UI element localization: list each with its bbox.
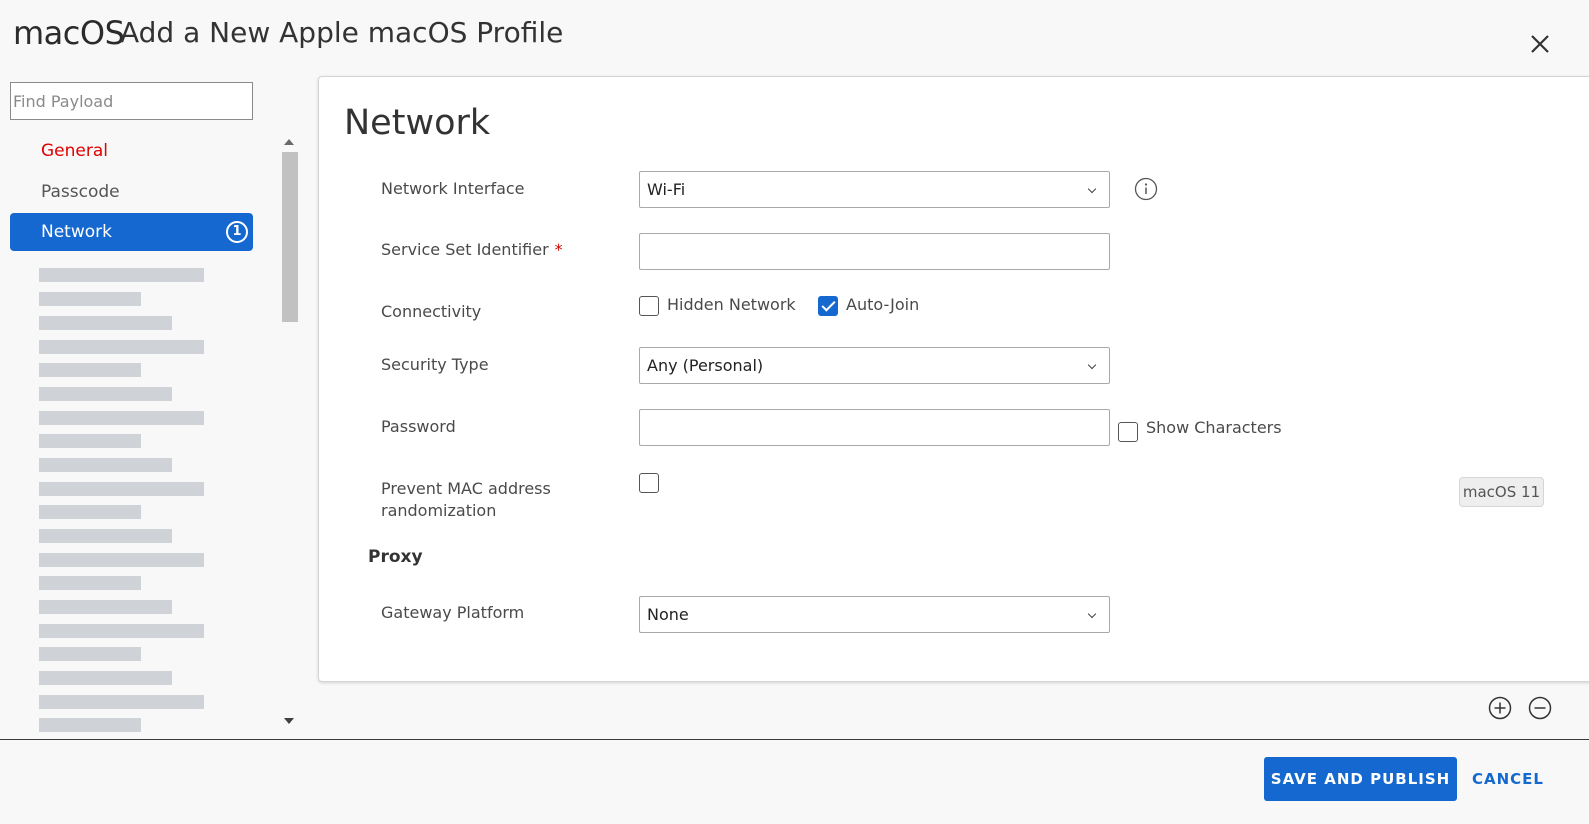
- select-value: None: [647, 605, 689, 624]
- loading-placeholder: [39, 387, 172, 401]
- prevent-mac-label-line1: Prevent MAC address: [381, 479, 551, 498]
- find-payload-input[interactable]: [10, 82, 253, 120]
- ssid-label: Service Set Identifier *: [381, 239, 563, 261]
- loading-placeholder: [39, 411, 204, 425]
- scroll-down-arrow-icon[interactable]: [284, 718, 294, 724]
- loading-placeholder: [39, 482, 204, 496]
- payload-item-general[interactable]: General: [10, 132, 253, 170]
- save-and-publish-button[interactable]: SAVE AND PUBLISH: [1264, 757, 1457, 801]
- gateway-platform-select[interactable]: None: [639, 596, 1110, 633]
- loading-placeholder: [39, 647, 141, 661]
- loading-placeholder: [39, 434, 141, 448]
- loading-placeholder: [39, 529, 172, 543]
- payload-item-passcode[interactable]: Passcode: [10, 173, 253, 211]
- loading-placeholder: [39, 695, 204, 709]
- auto-join-label: Auto-Join: [846, 295, 920, 314]
- loading-placeholder: [39, 718, 141, 732]
- password-label: Password: [381, 417, 456, 436]
- close-icon[interactable]: [1524, 28, 1556, 60]
- loading-placeholder: [39, 292, 141, 306]
- chevron-down-icon: [1087, 609, 1097, 619]
- password-input[interactable]: [639, 409, 1110, 446]
- loading-placeholder: [39, 458, 172, 472]
- add-payload-icon[interactable]: [1488, 696, 1512, 720]
- header: macOS Add a New Apple macOS Profile: [0, 0, 1589, 70]
- gateway-platform-label: Gateway Platform: [381, 603, 525, 622]
- loading-placeholder: [39, 268, 204, 282]
- loading-placeholder: [39, 505, 141, 519]
- payload-item-network[interactable]: Network 1: [10, 213, 253, 251]
- cancel-button[interactable]: CANCEL: [1464, 757, 1552, 801]
- loading-placeholder: [39, 553, 204, 567]
- proxy-heading: Proxy: [368, 547, 423, 567]
- show-characters-checkbox[interactable]: [1118, 422, 1138, 442]
- hidden-network-label: Hidden Network: [667, 295, 796, 314]
- payload-item-label: Network: [41, 222, 112, 242]
- ssid-input[interactable]: [639, 233, 1110, 270]
- chevron-down-icon: [1087, 360, 1097, 370]
- auto-join-checkbox[interactable]: [818, 296, 838, 316]
- chevron-down-icon: [1087, 184, 1097, 194]
- network-interface-select[interactable]: Wi-Fi: [639, 171, 1110, 208]
- scroll-thumb[interactable]: [282, 152, 298, 322]
- brand-label: macOS: [13, 14, 125, 52]
- panel-title: Network: [344, 103, 491, 143]
- os-version-badge: macOS 11: [1459, 477, 1544, 507]
- connectivity-label: Connectivity: [381, 302, 482, 321]
- loading-placeholder: [39, 624, 204, 638]
- scroll-up-arrow-icon[interactable]: [284, 139, 294, 145]
- show-characters-label: Show Characters: [1146, 418, 1282, 437]
- select-value: Any (Personal): [647, 356, 764, 375]
- loading-placeholder: [39, 576, 141, 590]
- required-marker: *: [554, 240, 563, 259]
- payload-list: General Passcode Network 1: [10, 130, 280, 735]
- security-type-select[interactable]: Any (Personal): [639, 347, 1110, 384]
- network-interface-label: Network Interface: [381, 179, 525, 198]
- info-icon[interactable]: [1134, 177, 1158, 201]
- prevent-mac-checkbox[interactable]: [639, 473, 659, 493]
- loading-placeholder: [39, 363, 141, 377]
- ssid-label-text: Service Set Identifier: [381, 240, 549, 259]
- security-type-label: Security Type: [381, 355, 489, 374]
- page-title: Add a New Apple macOS Profile: [120, 16, 564, 49]
- loading-placeholder: [39, 316, 172, 330]
- remove-payload-icon[interactable]: [1528, 696, 1552, 720]
- prevent-mac-label-line2: randomization: [381, 501, 497, 520]
- loading-placeholder: [39, 600, 172, 614]
- hidden-network-checkbox[interactable]: [639, 296, 659, 316]
- select-value: Wi-Fi: [647, 180, 686, 199]
- sidebar-scrollbar[interactable]: [280, 134, 298, 732]
- loading-placeholder: [39, 671, 172, 685]
- payload-count-badge: 1: [226, 221, 248, 243]
- loading-placeholder: [39, 340, 204, 354]
